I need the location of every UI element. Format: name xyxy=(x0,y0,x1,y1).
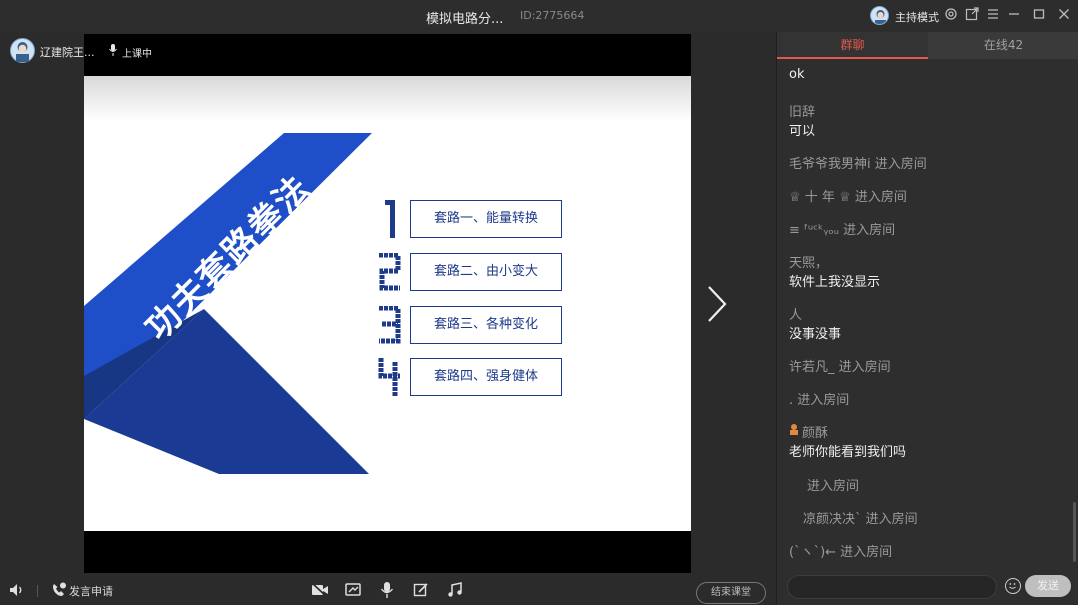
bottom-toolbar: 发言申请 结束课堂 xyxy=(0,573,776,605)
chat-message-text: ok xyxy=(789,67,805,82)
tab-online-users[interactable]: 在线42 xyxy=(928,32,1078,59)
classroom-app: 模拟电路分... ID:2775664 主持模式 辽建院王... 上课中 功夫套… xyxy=(0,0,1078,605)
class-status: 上课中 xyxy=(122,49,152,60)
system-message: . 进入房间 xyxy=(789,393,850,408)
screen-share-icon[interactable] xyxy=(345,582,361,598)
chat-message-author: 人 xyxy=(789,308,803,323)
system-message: 毛爷爷我男神i 进入房间 xyxy=(789,157,927,172)
whiteboard-edit-icon[interactable] xyxy=(413,582,429,598)
chat-tabs: 群聊 在线42 xyxy=(777,32,1078,59)
apply-to-speak-label[interactable]: 发言申请 xyxy=(69,583,113,599)
microphone-icon[interactable] xyxy=(380,582,396,598)
minimize-icon[interactable] xyxy=(1006,7,1022,23)
slide-item-number-3 xyxy=(378,305,402,344)
share-icon[interactable] xyxy=(964,7,980,23)
close-icon[interactable] xyxy=(1056,7,1072,23)
presenter-name: 辽建院王... xyxy=(40,46,95,59)
tab-group-chat[interactable]: 群聊 xyxy=(777,32,928,59)
speaker-icon[interactable] xyxy=(9,582,25,598)
mic-status-icon xyxy=(109,44,117,59)
chat-message-text: 软件上我没显示 xyxy=(789,275,881,290)
slide-item-3: 套路三、各种变化 xyxy=(410,306,562,344)
next-slide-chevron-icon[interactable] xyxy=(703,284,731,324)
end-class-button[interactable]: 结束课堂 xyxy=(696,582,766,604)
maximize-icon[interactable] xyxy=(1031,7,1047,23)
emoji-icon[interactable] xyxy=(1005,578,1021,594)
system-message: 凉颜决决` 进入房间 xyxy=(803,512,918,527)
slide-canvas: 功夫套路拳法 xyxy=(84,76,691,531)
system-message: ♕ 十 年 ♕ 进入房间 xyxy=(789,190,907,205)
chat-message-text: 没事没事 xyxy=(789,327,842,342)
system-message: 进入房间 xyxy=(807,479,860,494)
chat-scrollbar[interactable] xyxy=(1073,502,1076,562)
slide-item-number-1 xyxy=(378,200,402,238)
chat-message-author: 天煕， xyxy=(789,256,829,271)
presenter-avatar[interactable] xyxy=(10,38,35,63)
chat-message-author: 颜酥 xyxy=(802,426,829,441)
camera-off-icon[interactable] xyxy=(311,582,328,598)
toolbar-divider xyxy=(37,585,38,597)
slide-item-1: 套路一、能量转换 xyxy=(410,200,562,238)
window-title: 模拟电路分... xyxy=(426,12,504,27)
slide-item-4: 套路四、强身健体 xyxy=(410,358,562,396)
slide-item-2: 套路二、由小变大 xyxy=(410,253,562,291)
slide-item-number-4 xyxy=(378,358,402,396)
system-message: ≡ ᶠᵘᶜᵏᵧₒᵤ 进入房间 xyxy=(789,223,896,238)
system-message: 许若凡_ 进入房间 xyxy=(789,360,891,375)
title-bar: 模拟电路分... ID:2775664 主持模式 xyxy=(0,0,1078,32)
slide-item-number-2 xyxy=(378,252,402,291)
music-icon[interactable] xyxy=(447,582,463,598)
chat-message-text: 可以 xyxy=(789,124,816,139)
menu-icon[interactable] xyxy=(985,7,1001,23)
system-message: (`ヽ`)← 进入房间 xyxy=(789,545,893,560)
chat-message-text: 老师你能看到我们吗 xyxy=(789,445,907,460)
host-mode-label[interactable]: 主持模式 xyxy=(895,9,939,25)
send-button[interactable]: 发送 xyxy=(1025,575,1071,597)
chat-message-author: 旧辞 xyxy=(789,105,816,120)
host-avatar[interactable] xyxy=(870,6,889,25)
raise-hand-phone-icon[interactable] xyxy=(51,582,67,598)
room-id: ID:2775664 xyxy=(520,9,585,22)
chat-input[interactable] xyxy=(787,575,997,599)
settings-icon[interactable] xyxy=(943,7,959,23)
chat-panel: 群聊 在线42 ok 旧辞 可以 毛爷爷我男神i 进入房间 ♕ 十 年 ♕ 进入… xyxy=(776,32,1078,605)
user-badge-icon xyxy=(789,423,799,439)
